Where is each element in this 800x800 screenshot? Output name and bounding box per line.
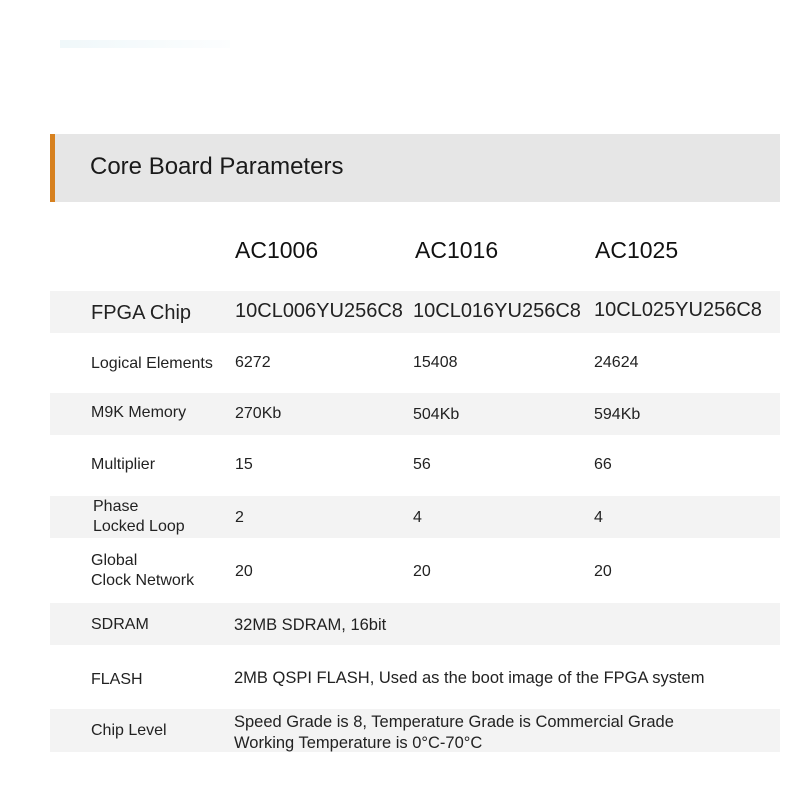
cell-value-line-1: Speed Grade is 8, Temperature Grade is C…: [234, 713, 674, 731]
cell-value: 2: [235, 509, 244, 526]
section-header: Core Board Parameters: [50, 134, 780, 202]
cell-value: 20: [594, 563, 612, 580]
cell-value: 504Kb: [413, 406, 460, 423]
cell-value: 15: [235, 456, 253, 473]
cell-value: 56: [413, 456, 431, 473]
section-accent-bar: [50, 134, 55, 202]
decorative-banner-fade: [60, 40, 230, 48]
cell-value: 24624: [594, 354, 639, 371]
cell-value: 20: [235, 563, 253, 580]
table-row-chip-level: Chip Level Speed Grade is 8, Temperature…: [50, 709, 780, 752]
row-label-line-1: Global: [91, 552, 138, 569]
cell-value: 10CL006YU256C8: [235, 300, 403, 322]
cell-value: 4: [413, 509, 422, 526]
cell-value: 10CL025YU256C8: [594, 299, 762, 321]
model-header-ac1016: AC1016: [415, 237, 499, 263]
table-row-logical-elements: Logical Elements 6272 15408 24624: [50, 340, 780, 386]
row-label-line-1: Phase: [93, 498, 139, 515]
table-row-m9k-memory: M9K Memory 270Kb 504Kb 594Kb: [50, 393, 780, 435]
row-label: Multiplier: [91, 456, 156, 473]
cell-value: 6272: [235, 354, 271, 371]
row-label: Logical Elements: [91, 355, 213, 372]
row-label: Chip Level: [91, 722, 167, 739]
cell-value: 32MB SDRAM, 16bit: [234, 616, 387, 634]
cell-value: 66: [594, 456, 612, 473]
cell-value: 10CL016YU256C8: [413, 300, 581, 322]
cell-value: 4: [594, 509, 603, 526]
table-row-phase-locked-loop: Phase Locked Loop 2 4 4: [50, 496, 780, 538]
cell-value: 15408: [413, 354, 458, 371]
table-row-fpga-chip: FPGA Chip 10CL006YU256C8 10CL016YU256C8 …: [50, 291, 780, 333]
table-row-multiplier: Multiplier 15 56 66: [50, 440, 780, 492]
row-label: SDRAM: [91, 616, 149, 633]
table-row-flash: FLASH 2MB QSPI FLASH, Used as the boot i…: [50, 650, 780, 705]
cell-value: 2MB QSPI FLASH, Used as the boot image o…: [234, 669, 705, 687]
cell-value: 270Kb: [235, 405, 282, 422]
model-header-ac1025: AC1025: [595, 237, 679, 263]
table-row-sdram: SDRAM 32MB SDRAM, 16bit: [50, 603, 780, 645]
table-row-global-clock-network: Global Clock Network 20 20 20: [50, 545, 780, 600]
cell-value: 594Kb: [594, 406, 641, 423]
cell-value-line-2: Working Temperature is 0°C-70°C: [234, 734, 483, 752]
section-title: Core Board Parameters: [90, 153, 344, 180]
row-label-line-2: Clock Network: [91, 572, 195, 589]
row-label-line-2: Locked Loop: [93, 518, 185, 535]
row-label: FPGA Chip: [91, 302, 192, 324]
model-header-ac1006: AC1006: [235, 237, 319, 263]
row-label: FLASH: [91, 671, 143, 688]
row-label: M9K Memory: [91, 404, 187, 421]
cell-value: 20: [413, 563, 431, 580]
